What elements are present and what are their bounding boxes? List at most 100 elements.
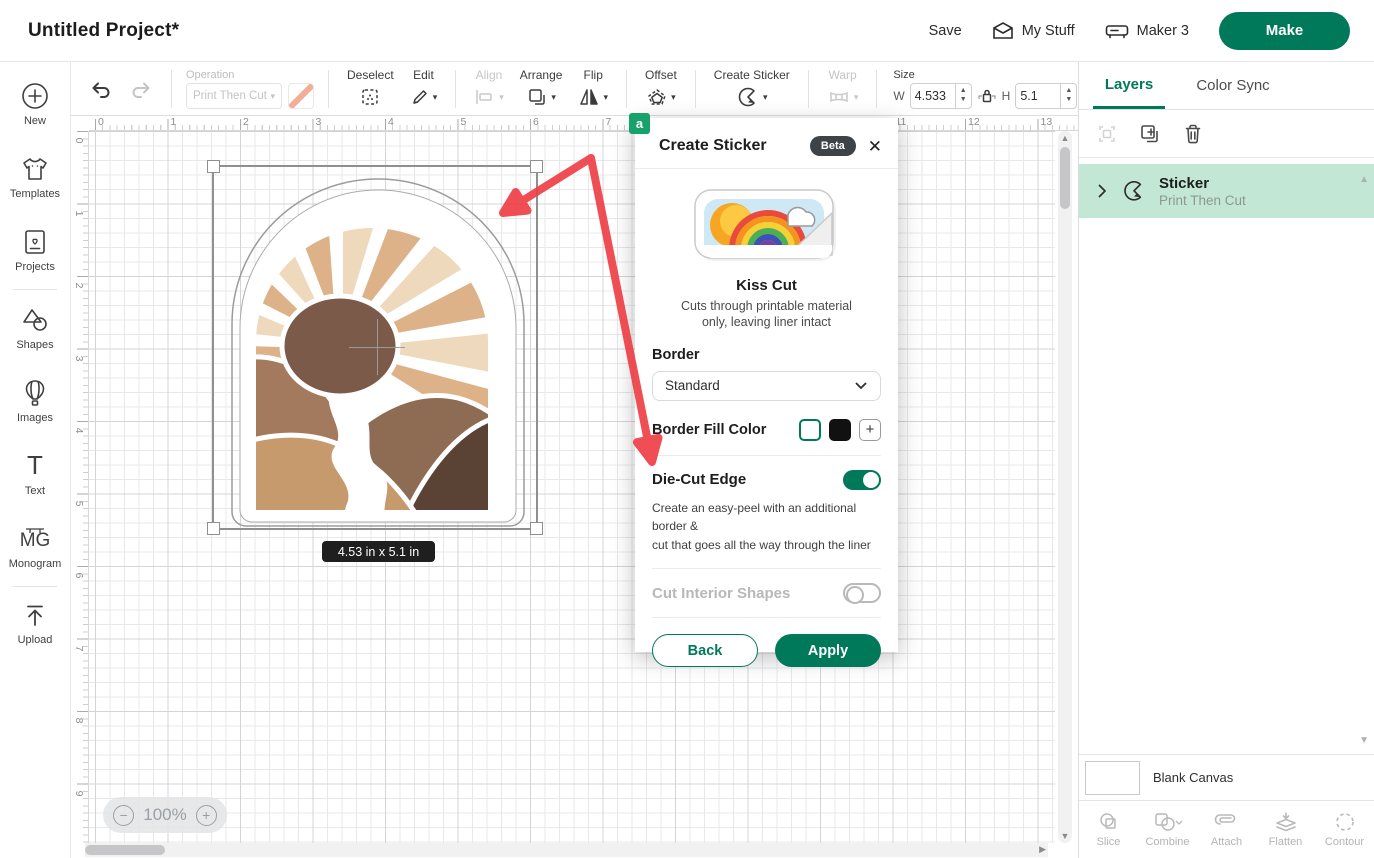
redo-icon <box>129 79 153 99</box>
attach-button: Attach <box>1197 801 1256 858</box>
sidebar-item-monogram[interactable]: MG Monogram <box>0 525 70 570</box>
duplicate-icon[interactable] <box>1139 123 1161 145</box>
kiss-cut-title: Kiss Cut <box>736 277 797 294</box>
save-label: Save <box>929 23 962 39</box>
sidebar-item-templates[interactable]: Templates <box>0 155 70 200</box>
ruler-number: 2 <box>243 116 249 128</box>
border-fill-swatch-white[interactable] <box>799 419 821 441</box>
zoom-in-button[interactable]: + <box>196 805 217 826</box>
sidebar-item-new[interactable]: New <box>0 82 70 127</box>
sticker-layer-icon <box>1121 179 1147 203</box>
text-icon: T <box>22 452 48 480</box>
apply-button[interactable]: Apply <box>775 634 881 667</box>
monogram-icon: MG <box>18 525 52 553</box>
projects-card-icon <box>22 228 48 256</box>
layer-row-sticker[interactable]: Sticker Print Then Cut <box>1079 164 1374 218</box>
operation-select[interactable]: Print Then Cut ▾ <box>186 83 282 109</box>
undo-icon <box>89 79 113 99</box>
machine-select-button[interactable]: Maker 3 <box>1105 22 1189 40</box>
sidebar-divider <box>13 289 57 290</box>
operation-label: Operation <box>186 69 314 81</box>
scroll-down-arrow[interactable]: ▼ <box>1058 831 1072 841</box>
selection-handle-bottom-right[interactable] <box>530 522 543 535</box>
width-stepper[interactable]: ▲▼ <box>955 84 971 108</box>
horizontal-scroll-thumb[interactable] <box>85 845 165 855</box>
chevron-down-icon: ▾ <box>603 93 608 102</box>
scroll-right-arrow[interactable]: ▶ <box>1039 844 1046 855</box>
design-canvas[interactable]: 012345678910111213 0123456789 <box>71 116 1078 858</box>
sidebar-label: New <box>24 115 46 127</box>
create-sticker-label: Create Sticker <box>714 68 790 82</box>
project-title[interactable]: Untitled Project* <box>28 20 179 42</box>
kiss-cut-description: Cuts through printable material only, le… <box>681 298 852 331</box>
chevron-right-icon[interactable] <box>1097 184 1107 198</box>
canvas-vertical-scrollbar[interactable]: ▲ ▼ <box>1058 131 1072 843</box>
deselect-button[interactable]: Deselect <box>339 68 402 110</box>
tab-color-sync[interactable]: Color Sync <box>1183 62 1283 109</box>
chevron-down-icon: ▾ <box>854 93 859 102</box>
sidebar-item-text[interactable]: T Text <box>0 452 70 497</box>
selection-handle-top-right[interactable] <box>530 160 543 173</box>
cut-interior-shapes-toggle[interactable] <box>843 583 881 603</box>
height-input[interactable] <box>1016 89 1060 103</box>
edit-button[interactable]: Edit ▾ <box>402 68 446 110</box>
height-input-box: ▲▼ <box>1015 83 1077 109</box>
close-icon[interactable]: ✕ <box>868 138 882 155</box>
width-input[interactable] <box>911 89 955 103</box>
select-all-icon <box>1097 124 1117 144</box>
redo-button[interactable] <box>121 79 161 99</box>
svg-text:MG: MG <box>20 530 51 551</box>
edit-label: Edit <box>413 68 434 82</box>
pencil-icon <box>410 87 430 107</box>
height-stepper[interactable]: ▲▼ <box>1060 84 1076 108</box>
sidebar-item-shapes[interactable]: Shapes <box>0 306 70 351</box>
back-button[interactable]: Back <box>652 634 758 667</box>
my-stuff-button[interactable]: My Stuff <box>992 21 1075 41</box>
canvas-horizontal-scrollbar[interactable]: ▶ <box>85 843 1048 857</box>
flatten-icon <box>1274 811 1298 833</box>
chevron-down-icon: ▾ <box>763 93 768 102</box>
machine-icon <box>1105 22 1129 40</box>
offset-button[interactable]: Offset ▾ <box>637 68 685 110</box>
tab-layers[interactable]: Layers <box>1093 62 1165 109</box>
aspect-lock-icon[interactable] <box>977 87 997 105</box>
panel-scroll-down-arrow[interactable]: ▼ <box>1359 735 1369 746</box>
make-button[interactable]: Make <box>1219 12 1350 50</box>
arrange-button[interactable]: Arrange ▾ <box>512 68 571 110</box>
undo-button[interactable] <box>71 79 121 99</box>
blank-canvas-swatch[interactable] <box>1085 761 1140 795</box>
border-label: Border <box>652 347 881 363</box>
selection-handle-bottom-left[interactable] <box>207 522 220 535</box>
add-color-button[interactable]: + <box>859 419 881 441</box>
panel-tabbar: Layers Color Sync <box>1079 62 1374 110</box>
sidebar-item-projects[interactable]: Projects <box>0 228 70 273</box>
sidebar-item-images[interactable]: Images <box>0 379 70 424</box>
zoom-out-button[interactable]: − <box>113 805 134 826</box>
sidebar-item-upload[interactable]: Upload <box>0 603 70 646</box>
blank-canvas-row[interactable]: Blank Canvas <box>1079 754 1374 800</box>
border-fill-swatch-black[interactable] <box>829 419 851 441</box>
flatten-button: Flatten <box>1256 801 1315 858</box>
border-dropdown[interactable]: Standard <box>652 371 881 401</box>
toolbar-divider <box>171 70 172 108</box>
ruler-number: 7 <box>606 116 612 128</box>
selection-handle-top-left[interactable] <box>207 160 220 173</box>
create-sticker-button[interactable]: Create Sticker ▾ <box>706 68 798 110</box>
scroll-up-arrow[interactable]: ▲ <box>1058 133 1072 143</box>
ruler-number: 6 <box>72 569 85 582</box>
cut-interior-shapes-label: Cut Interior Shapes <box>652 585 790 602</box>
ruler-number: 1 <box>171 116 177 128</box>
panel-scroll-up-arrow[interactable]: ▲ <box>1359 174 1369 185</box>
svg-text:T: T <box>27 452 43 480</box>
templates-shirt-icon <box>20 155 50 183</box>
die-cut-edge-description: Create an easy-peel with an additional b… <box>652 499 881 555</box>
selection-bounding-box[interactable] <box>212 165 538 530</box>
die-cut-edge-toggle[interactable] <box>843 470 881 490</box>
trash-icon[interactable] <box>1183 123 1203 145</box>
save-button[interactable]: Save <box>929 23 962 39</box>
flip-button[interactable]: Flip ▾ <box>570 68 616 110</box>
vertical-scroll-thumb[interactable] <box>1060 147 1070 209</box>
layer-name: Sticker <box>1159 175 1246 192</box>
operation-color-swatch[interactable] <box>288 83 314 109</box>
popup-header: Create Sticker Beta ✕ <box>635 118 898 169</box>
